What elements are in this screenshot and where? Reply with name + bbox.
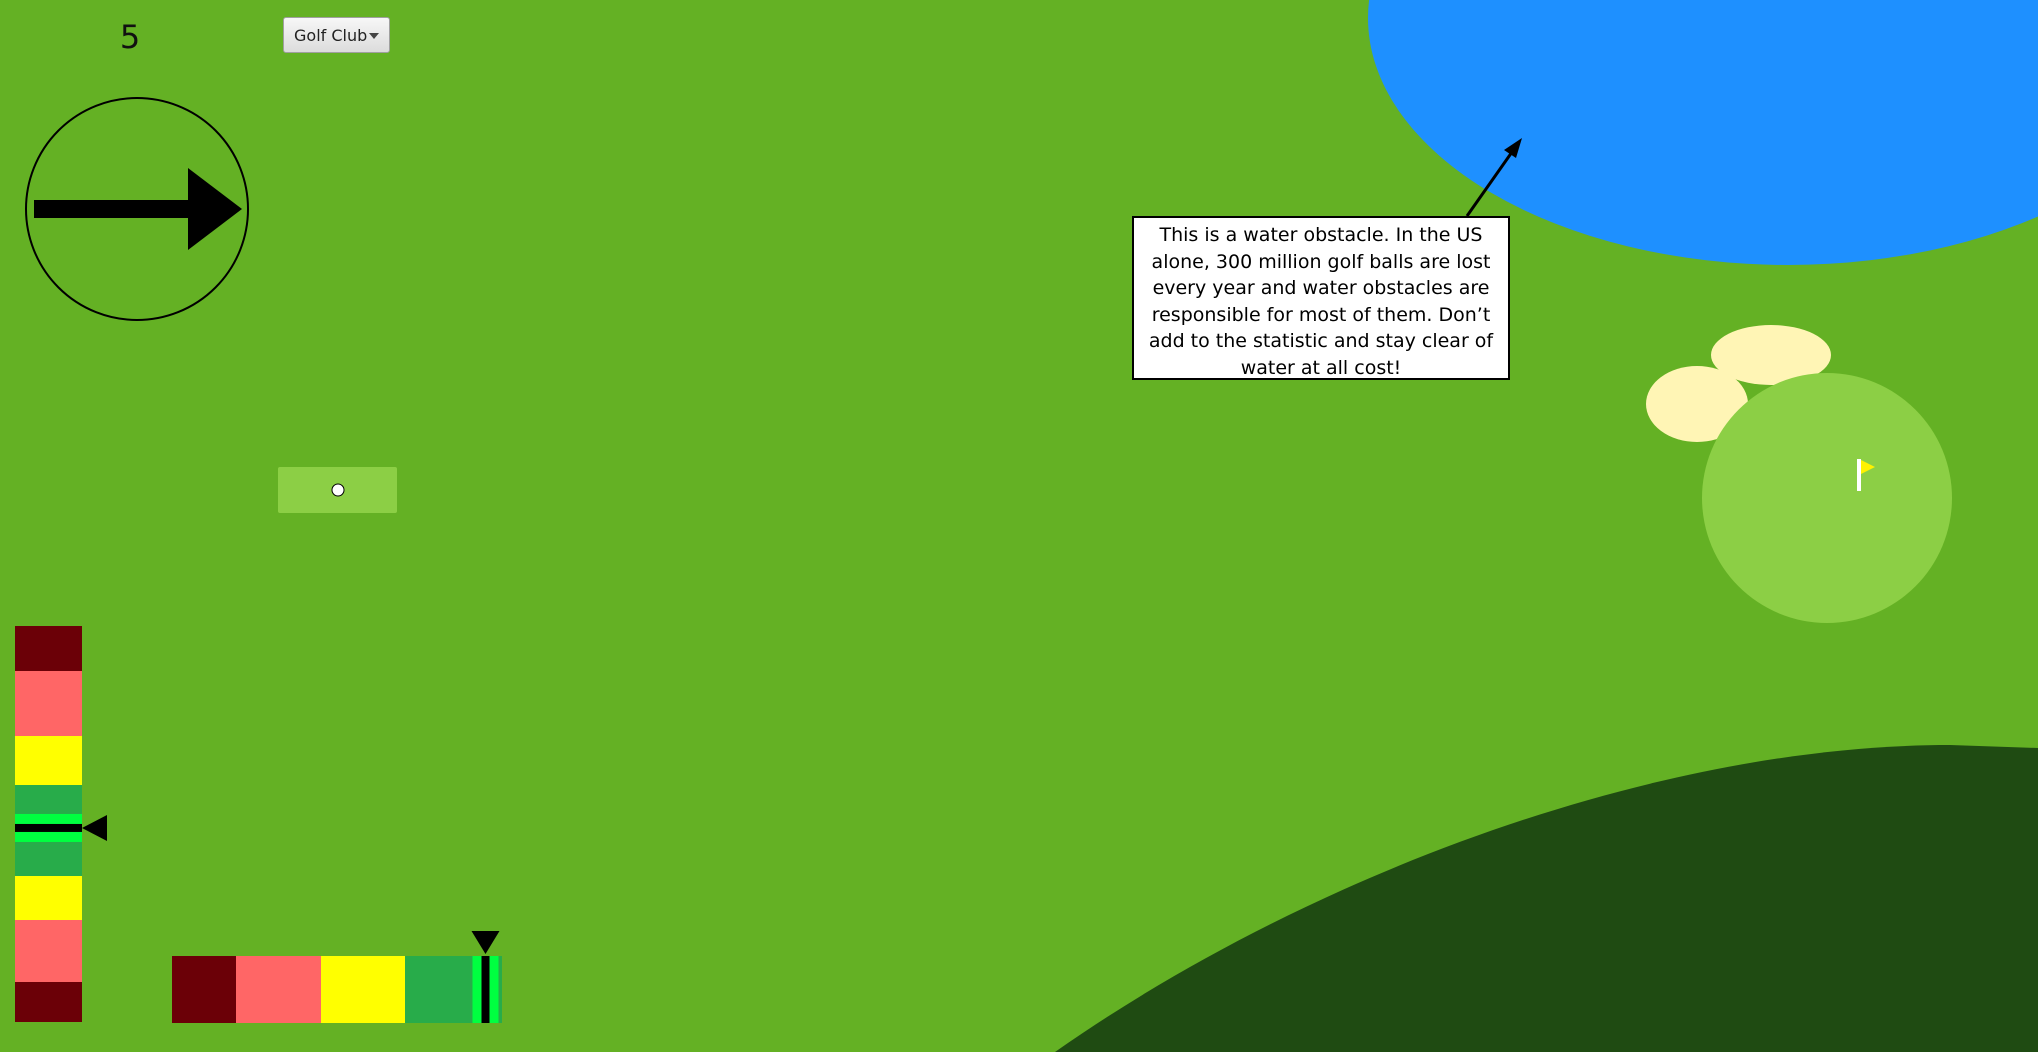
horizontal-meter-pointer-icon xyxy=(471,931,500,954)
vertical-meter-pointer-icon xyxy=(82,814,107,841)
club-select-dropdown[interactable]: Golf Club xyxy=(283,17,390,53)
vertical-accuracy-meter xyxy=(15,626,107,1022)
stroke-counter: 5 xyxy=(119,18,141,56)
water-obstacle-tooltip: This is a water obstacle. In the US alon… xyxy=(1132,216,1510,380)
vertical-meter-indicator-line xyxy=(15,823,82,832)
club-select-label: Golf Club xyxy=(294,26,368,45)
aim-indicator[interactable] xyxy=(25,97,249,321)
putting-green xyxy=(1702,373,1952,623)
golf-ball[interactable] xyxy=(331,483,345,497)
arrow-right-icon xyxy=(34,168,242,250)
golf-course xyxy=(15,0,2038,1052)
horizontal-power-meter xyxy=(172,931,502,1023)
horizontal-meter-indicator-line xyxy=(481,956,490,1023)
rough-area xyxy=(1055,745,2038,1052)
chevron-down-icon xyxy=(369,33,379,39)
